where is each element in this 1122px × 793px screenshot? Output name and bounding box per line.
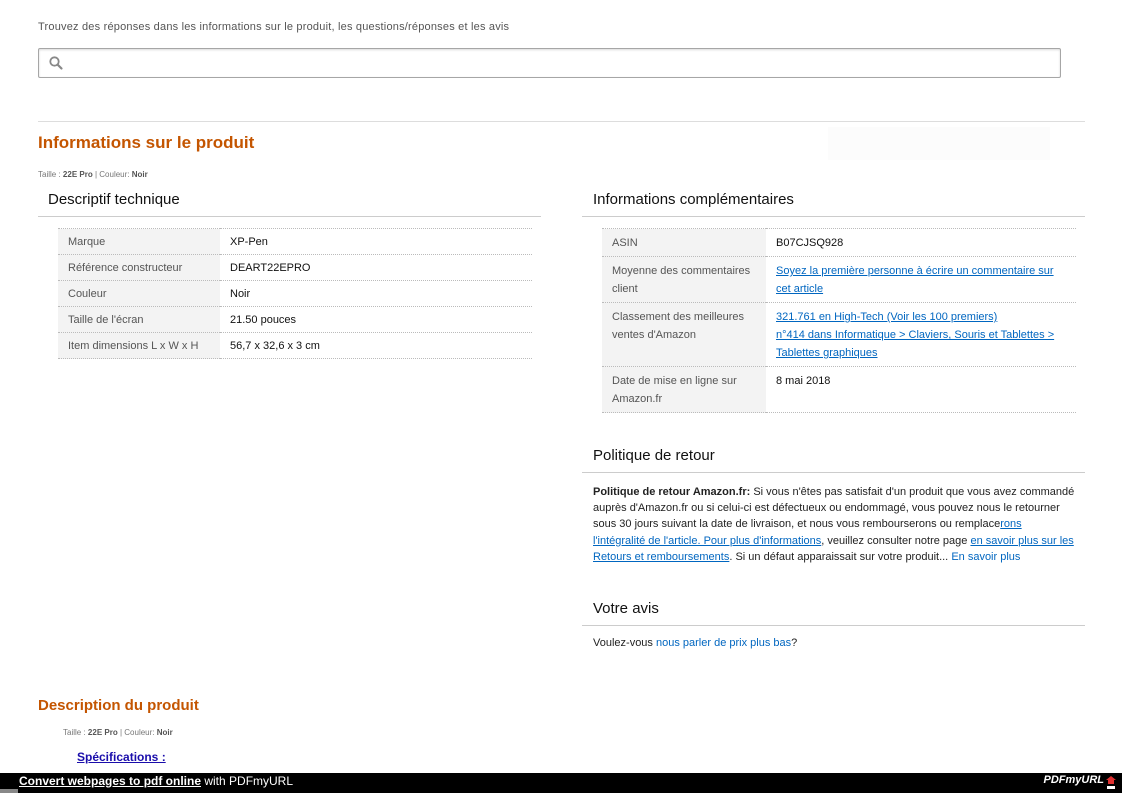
review-text: Voulez-vous nous parler de prix plus bas… (593, 637, 797, 649)
table-row: Classement des meilleures ventes d'Amazo… (602, 302, 1076, 367)
write-review-link[interactable]: Soyez la première personne à écrire un c… (776, 265, 1054, 295)
returns-label: Politique de retour Amazon.fr: (593, 486, 751, 498)
table-row: Moyenne des commentaires client Soyez la… (602, 256, 1076, 303)
learn-more-link[interactable]: En savoir plus (951, 551, 1020, 563)
table-row: ASIN B07CJSQ928 (602, 228, 1076, 257)
specifications-link[interactable]: Spécifications : (77, 750, 166, 764)
tech-value: 21.50 pouces (230, 314, 297, 326)
release-date: 8 mai 2018 (776, 375, 831, 387)
table-row: Taille de l'écran 21.50 pouces (58, 306, 532, 333)
product-description-title: Description du produit (38, 697, 199, 714)
product-info-title: Informations sur le produit (38, 133, 255, 152)
info-key: Moyenne des commentaires client (612, 265, 751, 295)
review-prompt: Voulez-vous (593, 637, 656, 649)
info-key: Classement des meilleures ventes d'Amazo… (612, 311, 745, 341)
color-value: Noir (156, 728, 173, 737)
pdf-footer-bar: Convert webpages to pdf online with PDFm… (0, 773, 1122, 793)
search-input[interactable] (38, 48, 1061, 78)
tech-heading: Descriptif technique (48, 191, 180, 208)
returns-body-3: . Si un défaut apparaissait sur votre pr… (729, 550, 952, 563)
pdfmyurl-logo-icon (1106, 776, 1116, 789)
size-value: 22E Pro (62, 170, 93, 179)
table-row: Couleur Noir (58, 280, 532, 307)
table-row: Référence constructeur DEART22EPRO (58, 254, 532, 281)
search-icon (49, 56, 63, 70)
returns-text: Politique de retour Amazon.fr: Si vous n… (593, 484, 1075, 565)
footer-text: Convert webpages to pdf online with PDFm… (19, 774, 293, 788)
asin-value: B07CJSQ928 (776, 237, 844, 249)
returns-heading: Politique de retour (593, 447, 715, 464)
convert-pdf-link[interactable]: Convert webpages to pdf online (19, 774, 201, 788)
info-heading-line (582, 216, 1085, 217)
returns-body-2: , veuillez consulter notre page (821, 534, 971, 547)
footer-suffix: with PDFmyURL (201, 774, 294, 788)
tech-value: Noir (230, 288, 251, 300)
table-row: Marque XP-Pen (58, 228, 532, 255)
variation-separator: | (94, 170, 98, 179)
tech-value: DEART22EPRO (230, 262, 311, 274)
section-divider (38, 121, 1085, 122)
review-heading: Votre avis (593, 600, 659, 617)
review-suffix: ? (791, 637, 798, 649)
size-label: Taille : (38, 170, 61, 179)
tech-heading-line (38, 216, 541, 217)
tech-value: XP-Pen (230, 236, 268, 248)
variation-line: Taille : 22E Pro | Couleur: Noir (38, 170, 148, 179)
tech-key: Référence constructeur (68, 262, 183, 274)
color-label: Couleur: (99, 170, 130, 179)
color-label: Couleur: (124, 728, 155, 737)
footer-marker (0, 789, 18, 793)
tech-table: Marque XP-Pen Référence constructeur DEA… (58, 228, 532, 359)
tech-key: Item dimensions L x W x H (68, 340, 199, 352)
search-hint: Trouvez des réponses dans les informatio… (38, 21, 510, 33)
table-row: Item dimensions L x W x H 56,7 x 32,6 x … (58, 332, 532, 359)
variation-line: Taille : 22E Pro | Couleur: Noir (63, 728, 173, 737)
review-heading-line (582, 625, 1085, 626)
rank-link-tablets[interactable]: n°414 dans Informatique > Claviers, Sour… (776, 329, 1054, 359)
info-key: ASIN (612, 237, 638, 249)
ghost-panel (828, 127, 1050, 160)
info-table: ASIN B07CJSQ928 Moyenne des commentaires… (602, 228, 1076, 413)
pdfmyurl-logo: PDFmyURL (1043, 774, 1104, 786)
size-value: 22E Pro (87, 728, 118, 737)
tech-value: 56,7 x 32,6 x 3 cm (230, 340, 320, 352)
rank-link-hightech[interactable]: 321.761 en High-Tech (Voir les 100 premi… (776, 311, 997, 323)
info-heading: Informations complémentaires (593, 191, 794, 208)
tech-key: Marque (68, 236, 106, 248)
variation-separator: | (119, 728, 123, 737)
tech-key: Couleur (68, 288, 107, 300)
info-key: Date de mise en ligne sur Amazon.fr (612, 375, 737, 405)
size-label: Taille : (63, 728, 86, 737)
color-value: Noir (131, 170, 148, 179)
tech-key: Taille de l'écran (68, 314, 144, 326)
table-row: Date de mise en ligne sur Amazon.fr 8 ma… (602, 366, 1076, 413)
lower-price-link[interactable]: nous parler de prix plus bas (656, 637, 791, 649)
returns-heading-line (582, 472, 1085, 473)
